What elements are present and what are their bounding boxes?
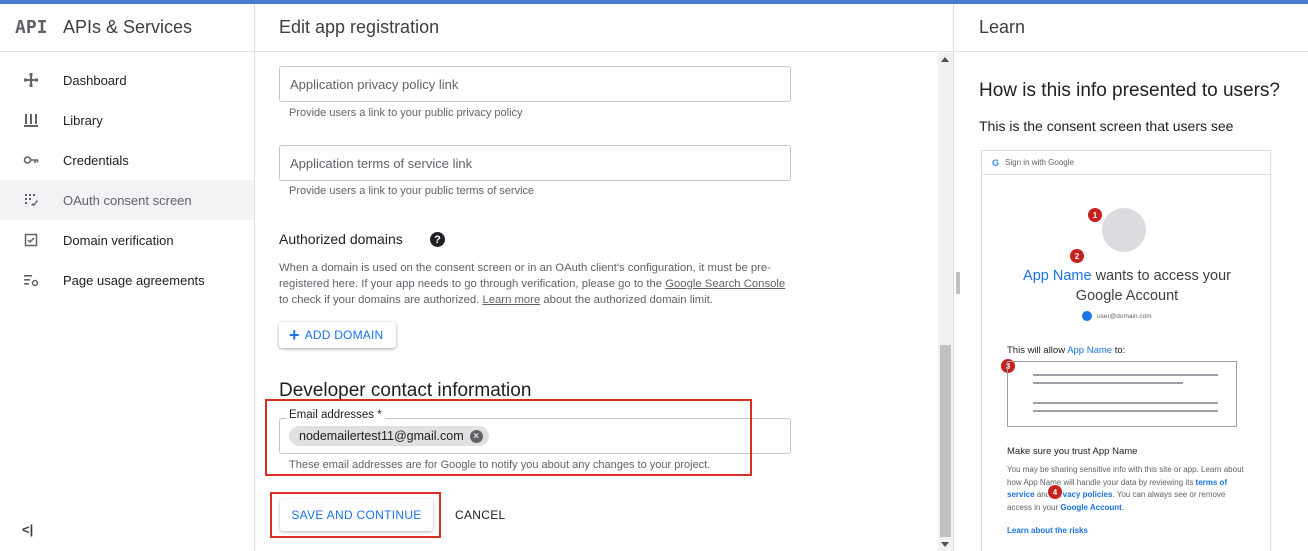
- preview-wants-access: App Name wants to access your Google Acc…: [982, 266, 1270, 306]
- preview-trust-paragraph: You may be sharing sensitive info with t…: [1007, 464, 1247, 514]
- settings-list-icon: [0, 272, 63, 288]
- panel-resize-handle[interactable]: [956, 272, 960, 294]
- preview-user: user@domain.com: [1082, 311, 1152, 321]
- google-g-icon: G: [992, 157, 1000, 168]
- description-text: about the authorized domain limit.: [540, 294, 713, 306]
- preview-user-email: user@domain.com: [1097, 312, 1152, 320]
- privacy-policy-placeholder: Application privacy policy link: [290, 76, 459, 92]
- scroll-down-arrow-icon[interactable]: [941, 542, 949, 547]
- preview-risks-link: Learn about the risks: [1007, 526, 1088, 535]
- highlight-box-email: [265, 399, 752, 476]
- sidebar-item-credentials[interactable]: Credentials: [0, 140, 254, 180]
- sidebar-item-label: Page usage agreements: [63, 272, 205, 288]
- privacy-policy-hint: Provide users a link to your public priv…: [289, 107, 523, 119]
- preview-account-link: Google Account: [1060, 502, 1122, 512]
- terms-placeholder: Application terms of service link: [290, 155, 473, 171]
- preview-app-name: App Name: [1023, 268, 1092, 284]
- learn-title: Learn: [979, 17, 1026, 37]
- preview-trust-heading: Make sure you trust App Name: [1007, 446, 1138, 457]
- callout-badge-1: 1: [1088, 208, 1102, 222]
- sidebar-title: APIs & Services: [63, 17, 193, 37]
- sidebar: API APIs & Services Dashboard Library Cr…: [0, 4, 255, 551]
- form-scrollbar[interactable]: [938, 53, 953, 551]
- scroll-up-arrow-icon[interactable]: [941, 57, 949, 62]
- dashboard-icon: [0, 72, 63, 88]
- sidebar-item-label: Domain verification: [63, 232, 174, 248]
- cancel-button[interactable]: CANCEL: [455, 508, 505, 522]
- learn-panel: Learn How is this info presented to user…: [953, 4, 1308, 551]
- user-avatar: [1082, 311, 1092, 321]
- callout-badge-4: 4: [1048, 485, 1062, 499]
- main-panel: Edit app registration Application privac…: [255, 4, 953, 551]
- sidebar-header: API APIs & Services: [0, 4, 254, 52]
- sidebar-item-label: Credentials: [63, 152, 129, 168]
- allow-suffix: to:: [1112, 345, 1126, 356]
- learn-header: Learn: [954, 4, 1308, 52]
- terms-of-service-input[interactable]: Application terms of service link: [279, 145, 791, 181]
- sidebar-item-library[interactable]: Library: [0, 100, 254, 140]
- add-domain-button[interactable]: + ADD DOMAIN: [279, 322, 396, 348]
- authorized-domains-description: When a domain is used on the consent scr…: [279, 260, 789, 308]
- learn-subheading: This is the consent screen that users se…: [979, 118, 1234, 134]
- learn-heading: How is this info presented to users?: [979, 80, 1280, 101]
- plus-icon: +: [289, 325, 300, 345]
- preview-account-text: Google Account: [1075, 288, 1179, 304]
- sidebar-item-page-usage-agreements[interactable]: Page usage agreements: [0, 260, 254, 300]
- scope-line: [1033, 402, 1218, 404]
- sidebar-item-domain-verification[interactable]: Domain verification: [0, 220, 254, 260]
- authorized-domains-heading: Authorized domains: [279, 231, 403, 247]
- learn-more-link[interactable]: Learn more: [482, 294, 540, 306]
- preview-scopes-box: [1007, 361, 1237, 427]
- preview-signin-text: Sign in with Google: [1005, 158, 1074, 167]
- form-scroll-area: Application privacy policy link Provide …: [255, 53, 938, 551]
- sidebar-item-oauth-consent-screen[interactable]: OAuth consent screen: [0, 180, 254, 220]
- preview-allow-text: This will allow App Name to:: [1007, 345, 1125, 356]
- scope-line: [1033, 410, 1218, 412]
- scope-line: [1033, 382, 1183, 384]
- privacy-policy-input[interactable]: Application privacy policy link: [279, 66, 791, 102]
- preview-wants-text: wants to access your: [1091, 268, 1231, 284]
- page-title: Edit app registration: [279, 17, 440, 37]
- sidebar-item-label: Dashboard: [63, 72, 127, 88]
- sidebar-item-label: Library: [63, 112, 103, 128]
- highlight-box-save: [270, 492, 441, 538]
- description-text: to check if your domains are authorized.: [279, 294, 483, 306]
- preview-para-text: .: [1121, 502, 1125, 512]
- library-icon: [0, 112, 63, 128]
- consent-screen-preview: G Sign in with Google 1 2 App Name wants…: [981, 150, 1271, 551]
- sidebar-item-label: OAuth consent screen: [63, 192, 192, 208]
- sidebar-nav: Dashboard Library Credentials OAuth cons…: [0, 60, 254, 300]
- app-logo-placeholder: [1102, 208, 1146, 252]
- consent-icon: [0, 192, 63, 208]
- main-header: Edit app registration: [255, 4, 953, 52]
- sidebar-item-dashboard[interactable]: Dashboard: [0, 60, 254, 100]
- scroll-thumb[interactable]: [940, 345, 951, 537]
- checkbox-icon: [0, 232, 63, 248]
- add-domain-label: ADD DOMAIN: [304, 328, 384, 342]
- google-search-console-link[interactable]: Google Search Console: [665, 278, 785, 290]
- allow-app-name: App Name: [1067, 345, 1113, 356]
- allow-prefix: This will allow: [1007, 345, 1068, 356]
- preview-signin-bar: G Sign in with Google: [982, 151, 1270, 175]
- key-icon: [0, 152, 63, 168]
- terms-hint: Provide users a link to your public term…: [289, 185, 535, 197]
- help-icon[interactable]: ?: [430, 232, 445, 247]
- api-logo: API: [15, 17, 48, 38]
- scope-line: [1033, 374, 1218, 376]
- callout-badge-2: 2: [1070, 249, 1084, 263]
- collapse-sidebar-button[interactable]: <|: [22, 522, 33, 537]
